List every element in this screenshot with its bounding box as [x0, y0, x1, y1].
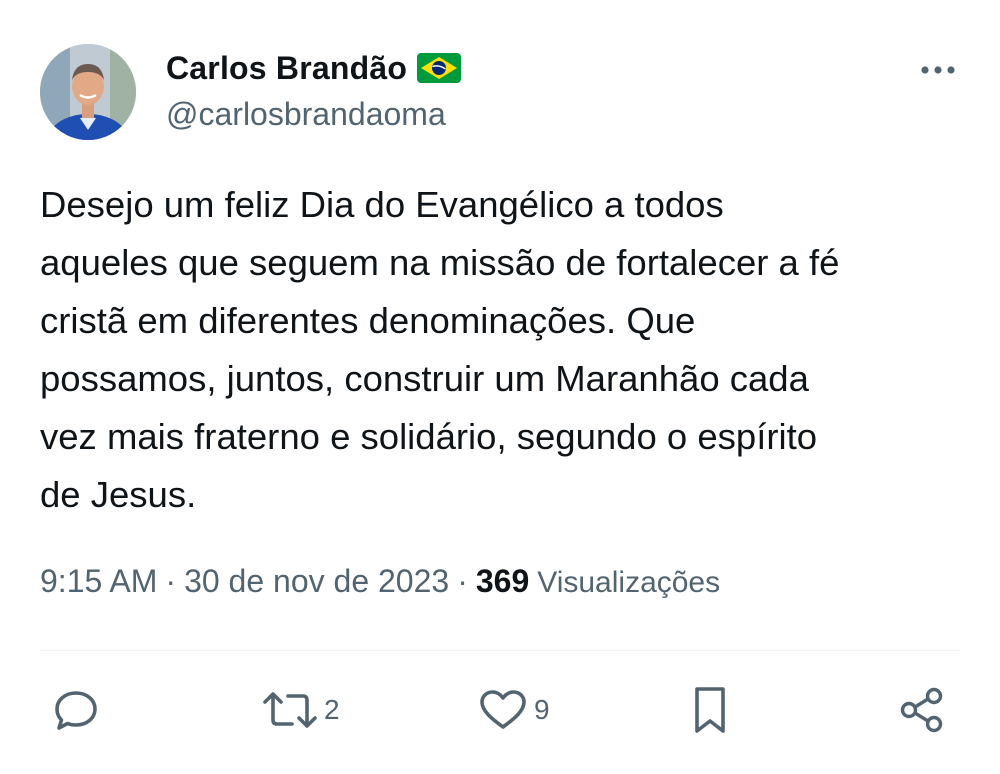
bookmark-icon	[695, 687, 725, 733]
meta-separator: ·	[457, 563, 468, 599]
tweet-time[interactable]: 9:15 AM	[40, 563, 157, 600]
reply-icon	[55, 691, 97, 730]
author-handle[interactable]: @carlosbrandaoma	[166, 96, 446, 133]
retweet-icon	[263, 692, 317, 728]
brazil-flag-icon	[417, 53, 462, 83]
bookmark-button[interactable]	[690, 680, 730, 740]
retweet-button[interactable]: 2	[262, 680, 340, 740]
reply-button[interactable]	[52, 680, 100, 740]
tweet-text: Desejo um feliz Dia do Evangélico a todo…	[40, 184, 840, 515]
more-icon	[921, 66, 955, 74]
meta-separator: ·	[165, 563, 177, 599]
like-button[interactable]: 9	[478, 680, 550, 740]
avatar[interactable]	[40, 44, 136, 140]
more-options-button[interactable]	[916, 52, 960, 88]
tweet-card: Carlos Brandão @carlosbrandaoma Desejo u…	[0, 0, 1000, 774]
tweet-meta: 9:15 AM · 30 de nov de 2023 · 369 Visual…	[40, 563, 720, 600]
heart-icon	[480, 690, 526, 729]
action-bar: 2 9	[40, 680, 960, 740]
share-button[interactable]	[898, 680, 946, 740]
author-name-row[interactable]: Carlos Brandão	[166, 46, 462, 90]
views-count[interactable]: 369	[476, 563, 529, 600]
tweet-date[interactable]: 30 de nov de 2023	[184, 563, 449, 600]
views-label[interactable]: Visualizações	[537, 566, 720, 600]
like-count: 9	[534, 694, 550, 725]
author-display-name[interactable]: Carlos Brandão	[166, 50, 407, 87]
retweet-count: 2	[324, 694, 340, 725]
share-icon	[900, 687, 943, 733]
divider	[40, 650, 960, 651]
